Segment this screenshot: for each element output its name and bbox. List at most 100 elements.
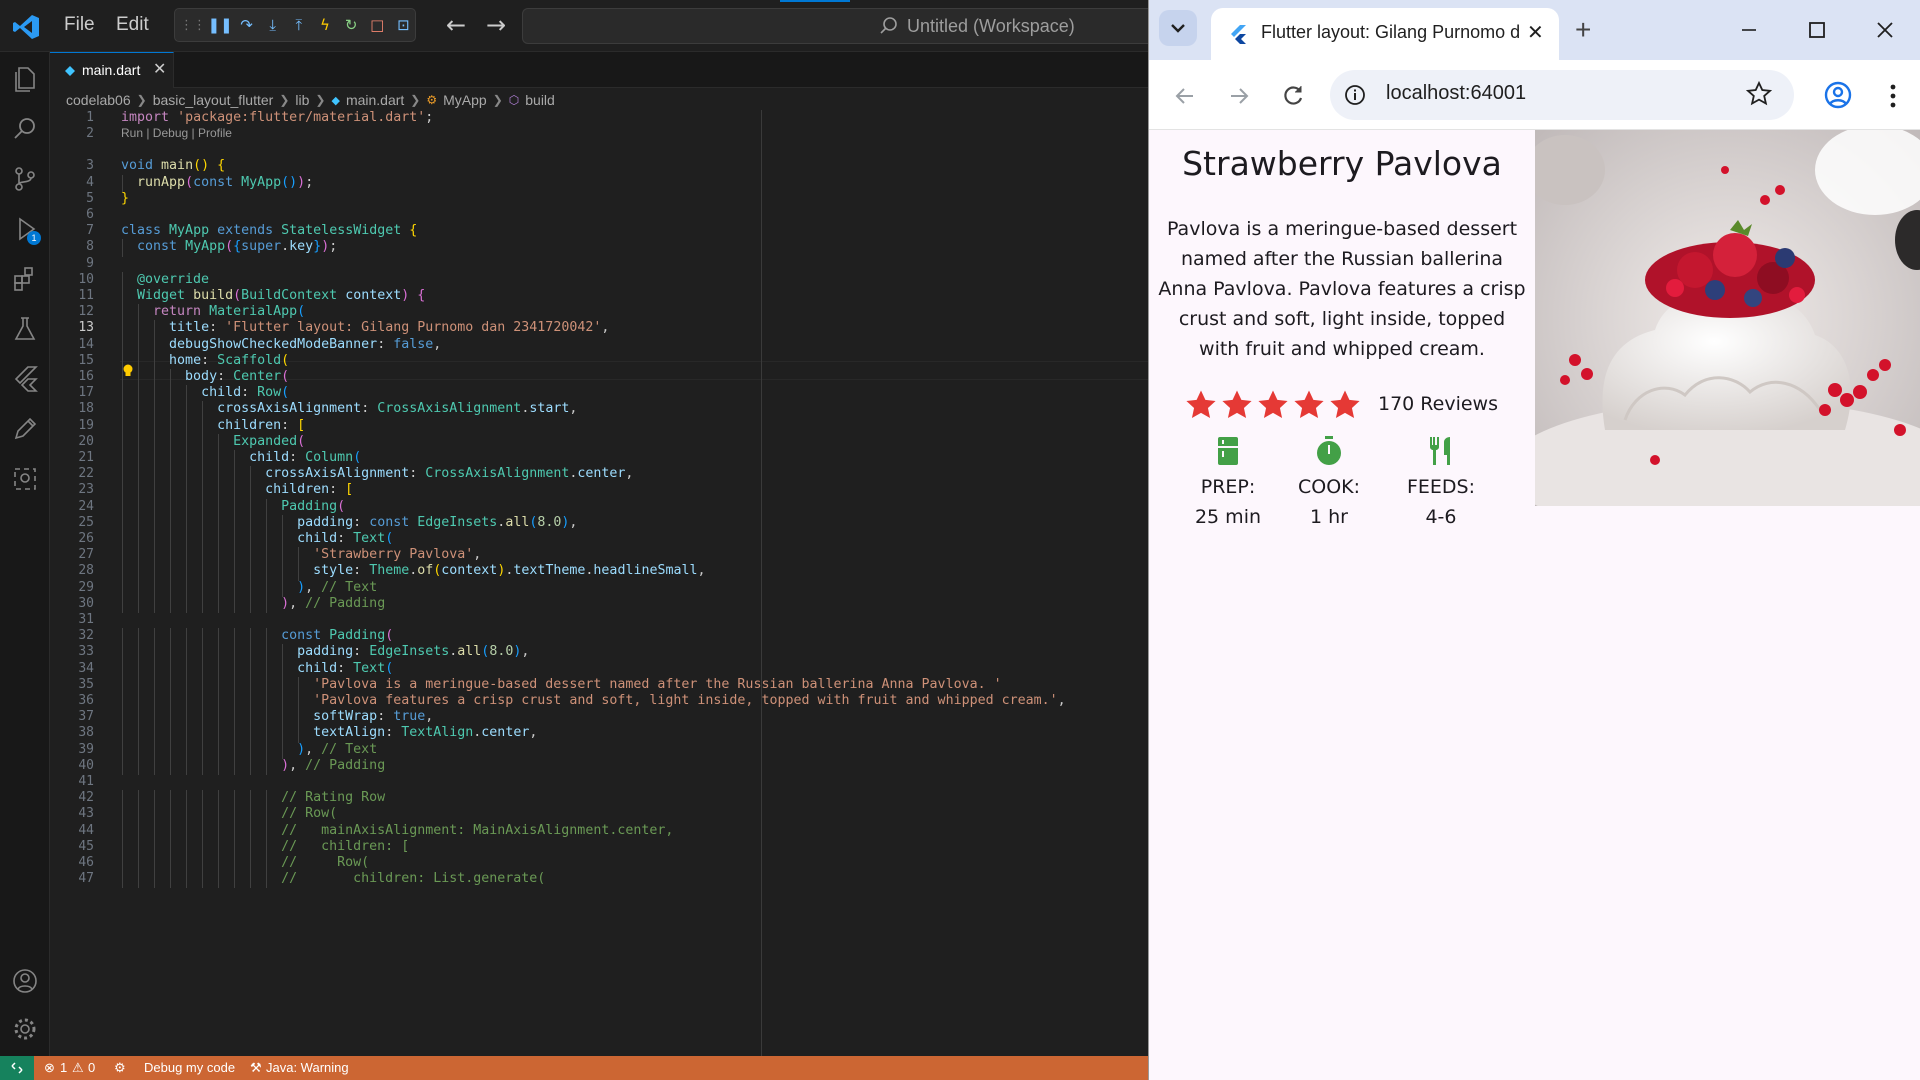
debug-config-icon[interactable]: ⚙ <box>114 1060 126 1076</box>
java-icon[interactable]: ⚒ <box>250 1060 262 1076</box>
command-center[interactable]: Untitled (Workspace) <box>522 8 1148 44</box>
testing-icon[interactable] <box>10 314 40 344</box>
code-line[interactable]: child: Text( <box>121 531 393 546</box>
source-control-icon[interactable] <box>10 164 40 194</box>
code-line[interactable]: ), // Padding <box>121 758 385 773</box>
tab-main-dart[interactable]: main.dart ✕ <box>50 52 174 88</box>
step-out-icon[interactable]: ⤒ <box>287 12 310 38</box>
code-line[interactable]: void main() { <box>121 158 225 173</box>
reload-icon[interactable] <box>1279 82 1307 110</box>
code-line[interactable]: 'Strawberry Pavlova', <box>121 547 481 562</box>
browser-tab[interactable]: Flutter layout: Gilang Purnomo dan 23417… <box>1211 8 1559 60</box>
tab-close-icon[interactable]: ✕ <box>1527 20 1544 44</box>
code-line[interactable]: crossAxisAlignment: CrossAxisAlignment.c… <box>121 466 633 481</box>
code-line[interactable]: padding: EdgeInsets.all(8.0), <box>121 644 529 659</box>
more-menu-icon[interactable] <box>1879 82 1907 110</box>
code-line[interactable]: // Row( <box>121 855 369 870</box>
profile-icon[interactable] <box>1823 80 1853 110</box>
code-line[interactable]: Expanded( <box>121 434 305 449</box>
settings-gear-icon[interactable] <box>10 1014 40 1044</box>
code-line[interactable]: softWrap: true, <box>121 709 433 724</box>
code-line[interactable]: class MyApp extends StatelessWidget { <box>121 223 417 238</box>
tab-search-button[interactable] <box>1159 10 1197 46</box>
code-line[interactable]: style: Theme.of(context).textTheme.headl… <box>121 563 705 578</box>
code-line[interactable]: ), // Text <box>121 742 377 757</box>
minimize-icon[interactable] <box>1729 12 1769 48</box>
forward-arrow-icon[interactable]: → <box>486 11 506 39</box>
back-arrow-icon[interactable]: ← <box>446 11 466 39</box>
address-bar[interactable]: localhost:64001 <box>1330 70 1794 120</box>
code-line[interactable]: // children: [ <box>121 839 409 854</box>
edit-pen-icon[interactable] <box>10 414 40 444</box>
maximize-icon[interactable] <box>1797 12 1837 48</box>
bookmark-star-icon[interactable] <box>1746 81 1772 107</box>
code-line[interactable]: ), // Padding <box>121 596 385 611</box>
hot-reload-icon[interactable]: ϟ <box>313 12 336 38</box>
code-line[interactable]: const Padding( <box>121 628 393 643</box>
errors-icon[interactable]: ⊗ <box>44 1060 55 1076</box>
breadcrumb-item[interactable]: MyApp <box>443 92 487 108</box>
explorer-icon[interactable] <box>10 64 40 94</box>
step-over-icon[interactable]: ↷ <box>235 12 258 38</box>
code-line[interactable]: runApp(const MyApp()); <box>121 175 313 190</box>
code-line[interactable]: // Rating Row <box>121 790 385 805</box>
menu-edit[interactable]: Edit <box>116 14 149 36</box>
code-line[interactable]: child: Row( <box>121 385 289 400</box>
codelens-run-debug[interactable]: Run | Debug | Profile <box>121 126 232 140</box>
code-line[interactable]: child: Column( <box>121 450 361 465</box>
code-line[interactable]: const MyApp({super.key}); <box>121 239 337 254</box>
code-line[interactable]: home: Scaffold( <box>121 353 289 368</box>
back-arrow-icon[interactable] <box>1171 82 1199 110</box>
step-into-icon[interactable]: ⤓ <box>261 12 284 38</box>
code-line[interactable]: // children: List.generate( <box>121 871 545 886</box>
breadcrumb-item[interactable]: build <box>525 92 555 108</box>
tab-close-icon[interactable]: ✕ <box>153 59 166 78</box>
code-editor[interactable]: import 'package:flutter/material.dart'; v… <box>50 110 1148 1056</box>
code-line[interactable]: 'Pavlova features a crisp crust and soft… <box>121 693 1066 708</box>
code-line[interactable]: import 'package:flutter/material.dart'; <box>121 110 433 125</box>
code-line[interactable]: body: Center( <box>121 369 289 384</box>
run-debug-icon[interactable]: 1 <box>10 214 41 245</box>
code-line[interactable]: child: Text( <box>121 661 393 676</box>
code-line[interactable]: return MaterialApp( <box>121 304 305 319</box>
search-icon[interactable] <box>10 114 40 144</box>
code-line[interactable]: textAlign: TextAlign.center, <box>121 725 537 740</box>
code-line[interactable]: title: 'Flutter layout: Gilang Purnomo d… <box>121 320 609 335</box>
drag-handle-icon[interactable]: ⋮⋮ <box>180 12 206 38</box>
code-line[interactable]: debugShowCheckedModeBanner: false, <box>121 337 441 352</box>
code-line[interactable]: @override <box>121 272 209 287</box>
code-line[interactable]: children: [ <box>121 482 353 497</box>
extensions-icon[interactable] <box>10 264 40 294</box>
stop-icon[interactable]: □ <box>366 12 389 38</box>
inspect-widget-icon[interactable]: ⊡ <box>392 12 415 38</box>
site-info-icon[interactable] <box>1344 84 1366 106</box>
breadcrumb-item[interactable]: main.dart <box>346 92 404 108</box>
code-line[interactable]: 'Pavlova is a meringue-based dessert nam… <box>121 677 1001 692</box>
debug-config[interactable]: Debug my code <box>144 1060 235 1075</box>
code-line[interactable]: // Row( <box>121 806 337 821</box>
restart-icon[interactable]: ↻ <box>340 12 363 38</box>
menu-file[interactable]: File <box>64 14 95 36</box>
pause-icon[interactable]: ❚❚ <box>207 12 232 38</box>
code-line[interactable]: padding: const EdgeInsets.all(8.0), <box>121 515 577 530</box>
code-line[interactable]: ), // Text <box>121 580 377 595</box>
breadcrumb-item[interactable]: basic_layout_flutter <box>153 92 274 108</box>
code-line[interactable]: children: [ <box>121 418 305 433</box>
code-line[interactable]: Widget build(BuildContext context) { <box>121 288 425 303</box>
forward-arrow-icon[interactable] <box>1225 82 1253 110</box>
breadcrumb-item[interactable]: lib <box>295 92 309 108</box>
flutter-icon[interactable] <box>10 364 40 394</box>
close-window-icon[interactable] <box>1865 12 1905 48</box>
new-tab-button[interactable]: + <box>1575 14 1591 46</box>
warning-icon[interactable]: ⚠ <box>72 1060 84 1076</box>
lightbulb-icon[interactable] <box>122 364 134 378</box>
code-line[interactable]: } <box>121 191 129 206</box>
code-line[interactable]: Padding( <box>121 499 345 514</box>
remote-indicator[interactable] <box>0 1056 34 1080</box>
code-line[interactable]: // mainAxisAlignment: MainAxisAlignment.… <box>121 823 673 838</box>
code-line[interactable]: crossAxisAlignment: CrossAxisAlignment.s… <box>121 401 577 416</box>
account-icon[interactable] <box>10 966 40 996</box>
errors-count[interactable]: 1 <box>60 1060 67 1075</box>
java-status[interactable]: Java: Warning <box>266 1060 349 1075</box>
breadcrumb-item[interactable]: codelab06 <box>66 92 131 108</box>
